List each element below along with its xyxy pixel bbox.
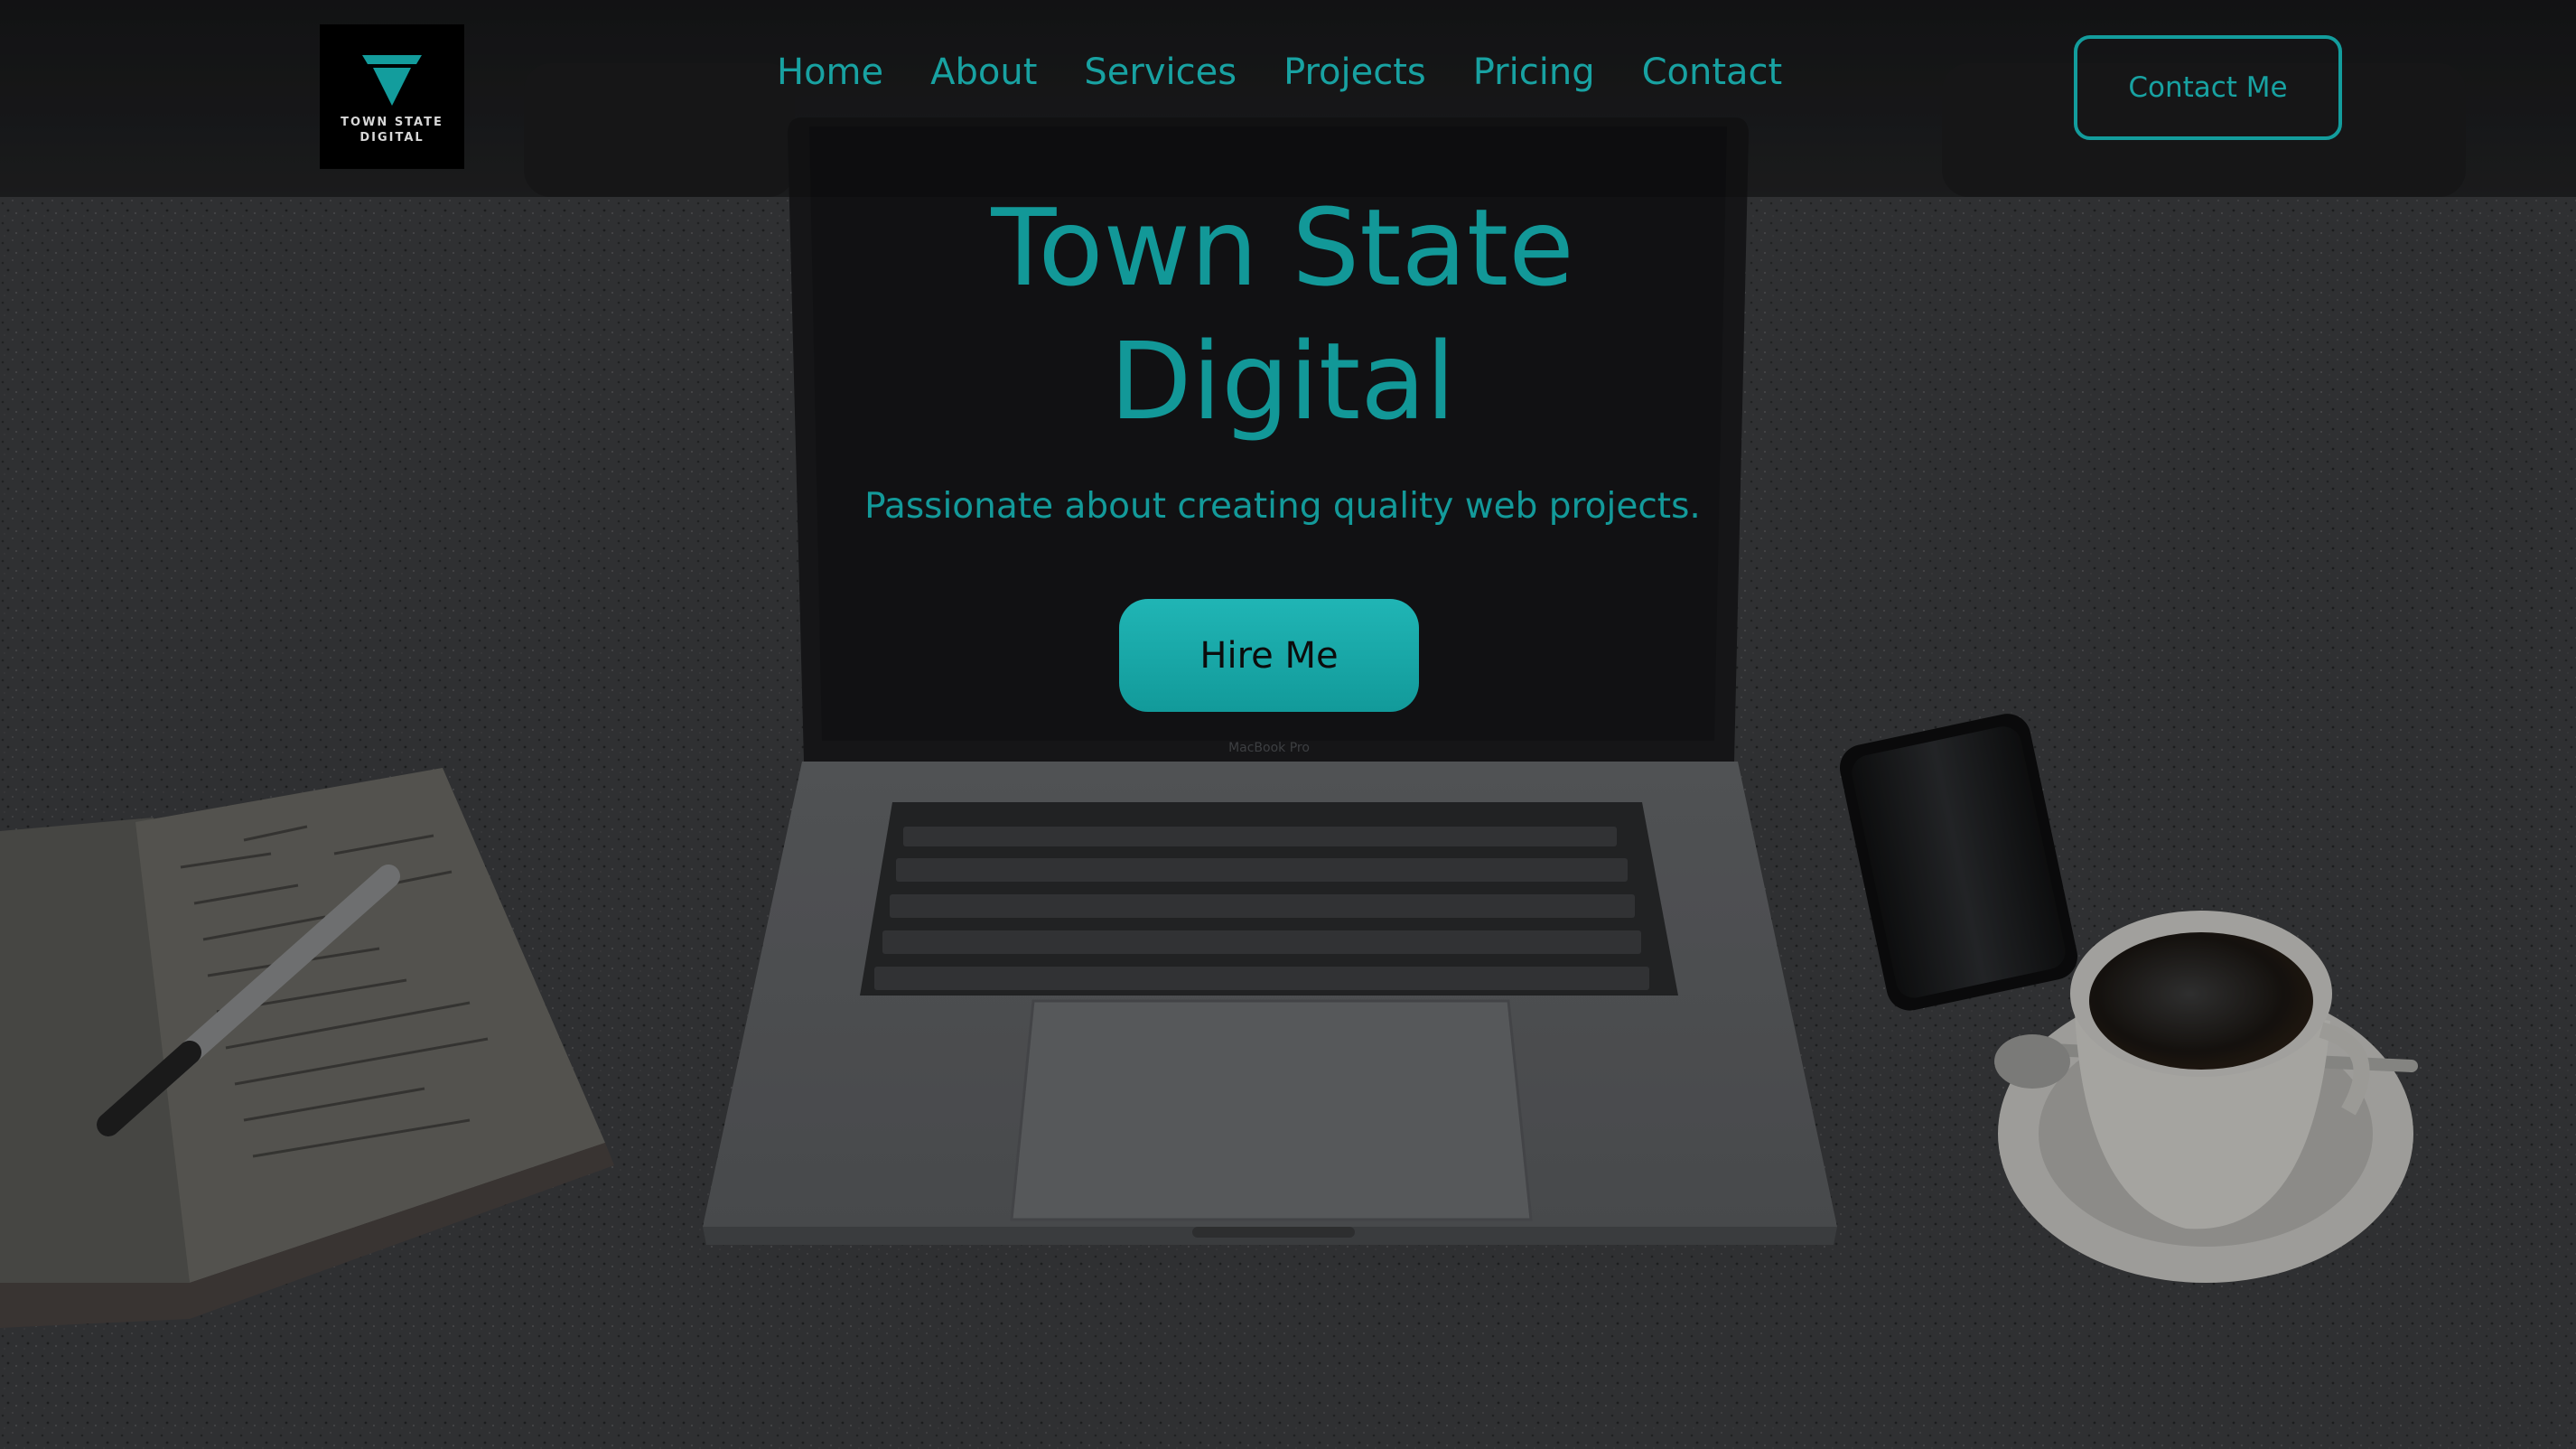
diamond-icon bbox=[362, 55, 422, 106]
main-nav: Home About Services Projects Pricing Con… bbox=[777, 47, 1782, 98]
logo-wordmark: TOWN STATE DIGITAL bbox=[341, 115, 443, 145]
logo-line-2: DIGITAL bbox=[359, 131, 425, 145]
site-header: TOWN STATE DIGITAL Home About Services P… bbox=[0, 0, 2576, 197]
nav-link-projects[interactable]: Projects bbox=[1283, 51, 1426, 93]
nav-link-services[interactable]: Services bbox=[1084, 51, 1237, 93]
laptop-model-label: MacBook Pro bbox=[1228, 741, 1310, 755]
brand-logo[interactable]: TOWN STATE DIGITAL bbox=[320, 24, 464, 169]
hire-me-button[interactable]: Hire Me bbox=[1119, 599, 1419, 712]
contact-me-button[interactable]: Contact Me bbox=[2074, 35, 2342, 140]
landing-page: MacBook Pro TOWN STATE DIGITAL Home Abou… bbox=[0, 0, 2576, 1449]
hero-title-line-1: Town State bbox=[991, 185, 1574, 310]
hero-title-line-2: Digital bbox=[1109, 319, 1456, 444]
nav-link-contact[interactable]: Contact bbox=[1642, 51, 1783, 93]
nav-link-home[interactable]: Home bbox=[777, 51, 883, 93]
hero-subtitle: Passionate about creating quality web pr… bbox=[864, 486, 1701, 527]
logo-line-1: TOWN STATE bbox=[341, 116, 443, 129]
nav-link-pricing[interactable]: Pricing bbox=[1473, 51, 1595, 93]
nav-link-about[interactable]: About bbox=[930, 51, 1037, 93]
hero-title: Town State Digital bbox=[894, 181, 1671, 448]
